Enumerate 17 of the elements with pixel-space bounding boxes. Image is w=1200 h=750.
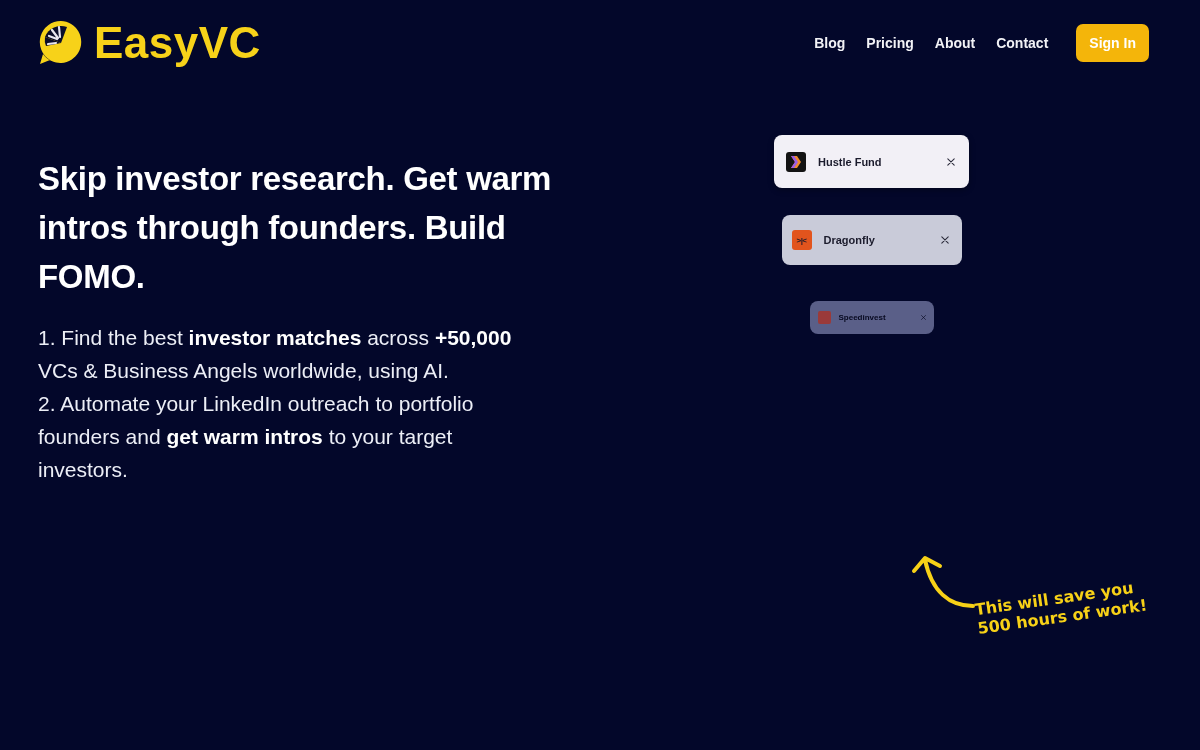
chevron-logo-icon	[786, 151, 806, 172]
close-icon[interactable]	[940, 236, 949, 244]
nav-link[interactable]: Blog	[814, 35, 846, 51]
monogram-logo: >|<	[791, 230, 812, 250]
nav-link[interactable]: About	[934, 35, 976, 51]
nav-link[interactable]: Contact	[996, 35, 1049, 51]
investor-name: Dragonfly	[823, 234, 876, 246]
hero-heading: Skip investor research. Get warm intros through founders. Build FOMO.	[38, 159, 553, 297]
square-logo-icon	[817, 311, 831, 324]
feature-point: 1. Find the best investor matches across +50,000 VCs & Business Angels worldwide, using AI.	[38, 325, 513, 384]
close-icon[interactable]	[947, 157, 955, 166]
investor-name: Speedinvest	[838, 313, 887, 322]
annotation-text: This will save you 500 hours of work!	[973, 577, 1149, 638]
feature-point: 2. Automate your LinkedIn outreach to portfolio founders and get warm intros to your target investors.	[38, 391, 475, 483]
logo-wordmark: EasyVC	[94, 21, 261, 65]
investor-name: Hustle Fund	[818, 155, 883, 168]
nav-link[interactable]: Pricing	[866, 35, 914, 51]
